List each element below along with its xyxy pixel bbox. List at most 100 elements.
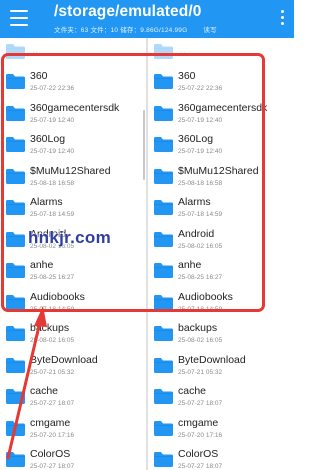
folder-icon bbox=[5, 357, 26, 374]
file-count: 文件：10 bbox=[90, 27, 119, 34]
folder-row[interactable]: Audiobooks 25-07-18 14:59 bbox=[0, 287, 146, 319]
folder-row[interactable]: ColorOS 25-07-27 18:07 bbox=[0, 444, 146, 470]
folder-name: cache bbox=[30, 385, 59, 397]
folder-row[interactable]: 360 25-07-22 22:36 bbox=[0, 66, 146, 98]
folder-row[interactable]: anhe 25-08-25 16:27 bbox=[0, 255, 146, 287]
folder-date: 25-08-02 16:05 bbox=[178, 242, 223, 250]
folder-icon bbox=[153, 294, 174, 311]
folder-icon bbox=[153, 388, 174, 405]
folder-date: 25-07-21 05:32 bbox=[30, 368, 75, 376]
folder-icon bbox=[5, 43, 26, 60]
folder-row[interactable]: 360Log 25-07-19 12:40 bbox=[0, 129, 146, 161]
left-file-pane[interactable]: .. 360 25-07-22 22:36 360gamecentersdk 25-07… bbox=[0, 38, 146, 470]
folder-icon bbox=[153, 136, 174, 153]
parent-directory-label: .. bbox=[180, 45, 187, 57]
folder-icon bbox=[153, 262, 174, 279]
folder-name: ColorOS bbox=[178, 448, 219, 460]
folder-date: 25-07-27 18:07 bbox=[30, 463, 75, 470]
folder-row[interactable]: cmgame 25-07-20 17:16 bbox=[148, 413, 294, 445]
watermark-text: hnkjr.com bbox=[28, 228, 112, 247]
folder-row[interactable]: 360gamecentersdk 25-07-19 12:40 bbox=[0, 98, 146, 130]
folder-row[interactable]: $MuMu12Shared 25-08-18 16:58 bbox=[148, 161, 294, 193]
folder-name: 360gamecentersdk bbox=[30, 101, 120, 114]
folder-icon bbox=[153, 43, 174, 60]
folder-name: $MuMu12Shared bbox=[30, 164, 111, 177]
folder-name: Audiobooks bbox=[30, 290, 85, 303]
folder-row[interactable]: $MuMu12Shared 25-08-18 16:58 bbox=[0, 161, 146, 193]
folder-row[interactable]: Alarms 25-07-18 14:59 bbox=[0, 192, 146, 224]
parent-directory-row[interactable]: .. bbox=[148, 38, 294, 66]
folder-row[interactable]: anhe 25-08-25 16:27 bbox=[148, 255, 294, 287]
right-file-pane[interactable]: .. 360 25-07-22 22:36 360gamecentersdk 25-07… bbox=[148, 38, 294, 470]
folder-name: cache bbox=[178, 385, 207, 397]
folder-row[interactable]: ColorOS 25-07-27 18:07 bbox=[148, 444, 294, 470]
folder-row[interactable]: 360gamecentersdk 25-07-19 12:40 bbox=[148, 98, 294, 130]
folder-icon bbox=[153, 231, 174, 248]
parent-directory-row[interactable]: .. bbox=[0, 38, 146, 66]
current-path-title: /storage/emulated/0 bbox=[54, 3, 202, 20]
folder-icon bbox=[5, 325, 26, 342]
folder-date: 25-07-19 12:40 bbox=[30, 148, 75, 155]
folder-date: 25-07-20 17:16 bbox=[178, 431, 223, 439]
folder-date: 25-08-18 16:58 bbox=[178, 179, 223, 187]
folder-name: backups bbox=[30, 322, 70, 334]
folder-date: 25-08-25 16:27 bbox=[178, 274, 223, 281]
folder-name: 360gamecentersdk bbox=[178, 101, 268, 114]
folder-row[interactable]: 360 25-07-22 22:36 bbox=[148, 66, 294, 98]
folder-date: 25-07-18 14:59 bbox=[30, 305, 75, 313]
vertical-dots-icon[interactable] bbox=[281, 10, 285, 28]
folder-icon bbox=[153, 325, 174, 342]
folder-icon bbox=[5, 451, 26, 468]
folder-icon bbox=[5, 73, 26, 90]
folder-date: 25-08-25 16:27 bbox=[30, 274, 75, 281]
folder-icon bbox=[5, 168, 26, 185]
folder-name: Alarms bbox=[178, 196, 211, 208]
folder-icon bbox=[5, 105, 26, 122]
folder-date: 25-07-18 14:59 bbox=[30, 211, 75, 218]
folder-count: 文件夹：63 bbox=[54, 27, 89, 34]
folder-row[interactable]: backups 25-08-02 16:05 bbox=[0, 318, 146, 350]
folder-name: ColorOS bbox=[30, 448, 71, 460]
storage-usage: 储存：9.86G/124.99G bbox=[120, 27, 188, 34]
folder-name: 360Log bbox=[178, 133, 214, 145]
folder-row[interactable]: ByteDownload 25-07-21 05:32 bbox=[0, 350, 146, 382]
folder-date: 25-08-02 16:05 bbox=[30, 337, 75, 344]
folder-row[interactable]: 360Log 25-07-19 12:40 bbox=[148, 129, 294, 161]
folder-name: backups bbox=[178, 322, 218, 334]
folder-row[interactable]: backups 25-08-02 16:05 bbox=[148, 318, 294, 350]
folder-icon bbox=[5, 199, 26, 216]
folder-row[interactable]: Alarms 25-07-18 14:59 bbox=[148, 192, 294, 224]
hamburger-menu-icon[interactable] bbox=[10, 10, 28, 26]
folder-date: 25-07-20 17:16 bbox=[30, 431, 75, 439]
folder-row[interactable]: cache 25-07-27 18:07 bbox=[0, 381, 146, 413]
folder-icon bbox=[153, 357, 174, 374]
folder-icon bbox=[5, 231, 26, 248]
folder-icon bbox=[5, 388, 26, 405]
folder-icon bbox=[153, 199, 174, 216]
folder-icon bbox=[153, 105, 174, 122]
folder-name: 360 bbox=[178, 70, 196, 82]
folder-date: 25-07-22 22:36 bbox=[30, 85, 75, 92]
folder-date: 25-07-27 18:07 bbox=[178, 463, 223, 470]
folder-name: ByteDownload bbox=[30, 353, 98, 366]
folder-row[interactable]: Audiobooks 25-07-18 14:59 bbox=[148, 287, 294, 319]
folder-icon bbox=[5, 262, 26, 279]
left-pane-scrollbar[interactable] bbox=[143, 110, 145, 180]
folder-name: Alarms bbox=[30, 196, 63, 208]
folder-name: ByteDownload bbox=[178, 353, 246, 366]
folder-date: 25-07-19 12:40 bbox=[178, 116, 223, 124]
folder-row[interactable]: cmgame 25-07-20 17:16 bbox=[0, 413, 146, 445]
folder-date: 25-07-27 18:07 bbox=[178, 400, 223, 407]
folder-name: 360 bbox=[30, 70, 48, 82]
folder-name: $MuMu12Shared bbox=[178, 164, 259, 177]
folder-row[interactable]: Android 25-08-02 16:05 bbox=[148, 224, 294, 256]
folder-name: Android bbox=[178, 227, 215, 240]
folder-name: anhe bbox=[30, 259, 54, 271]
folder-icon bbox=[153, 168, 174, 185]
folder-name: cmgame bbox=[30, 416, 71, 429]
folder-date: 25-07-19 12:40 bbox=[30, 116, 75, 124]
folder-row[interactable]: ByteDownload 25-07-21 05:32 bbox=[148, 350, 294, 382]
folder-name: Audiobooks bbox=[178, 290, 233, 303]
folder-icon bbox=[5, 420, 26, 437]
folder-row[interactable]: cache 25-07-27 18:07 bbox=[148, 381, 294, 413]
